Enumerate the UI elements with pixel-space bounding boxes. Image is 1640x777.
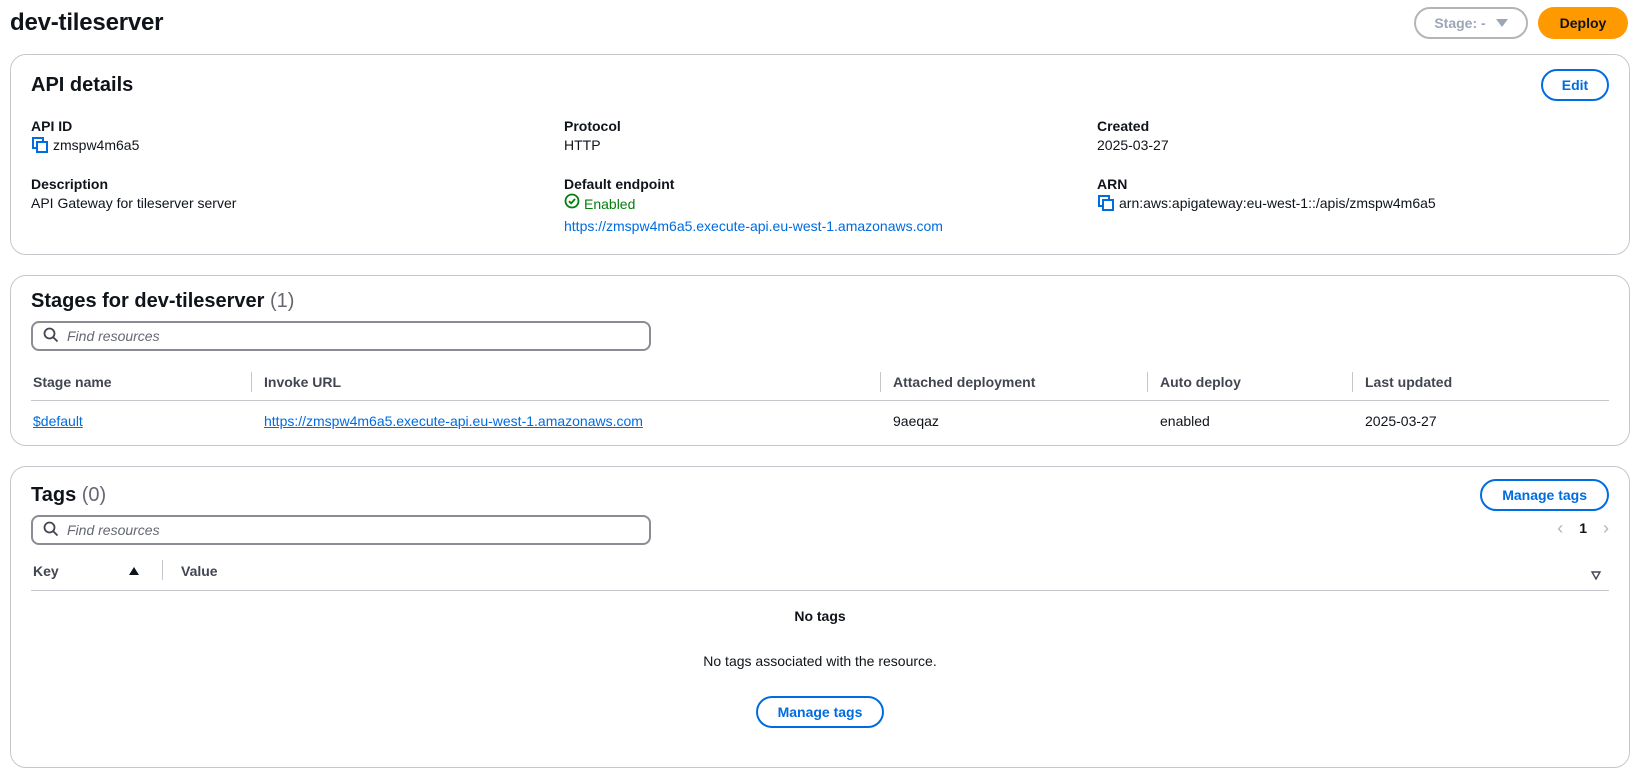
protocol-value: HTTP	[564, 137, 601, 153]
page: dev-tileserver Stage: - Deploy API detai…	[0, 0, 1640, 777]
stages-table-header: Stage name Invoke URL Attached deploymen…	[31, 363, 1609, 401]
chevron-left-icon[interactable]: ‹	[1557, 518, 1563, 539]
arn-field: ARN arn:aws:apigateway:eu-west-1::/apis/…	[1097, 175, 1609, 236]
empty-manage-tags-button[interactable]: Manage tags	[755, 696, 885, 728]
default-endpoint-field: Default endpoint Enabled https://zmspw4m…	[564, 175, 1097, 236]
auto-deploy-cell: enabled	[1160, 413, 1210, 429]
tags-heading-text: Tags	[31, 483, 77, 506]
column-label: Invoke URL	[264, 373, 342, 390]
sort-descending-icon[interactable]	[1590, 567, 1602, 581]
column-label: Value	[181, 562, 218, 579]
column-header-auto-deploy[interactable]: Auto deploy	[1148, 363, 1353, 400]
tags-panel: Tags (0) Manage tags ‹ 1 › Key	[10, 466, 1630, 768]
protocol-label: Protocol	[564, 118, 621, 134]
page-header: dev-tileserver Stage: - Deploy	[10, 0, 1630, 44]
arn-value: arn:aws:apigateway:eu-west-1::/apis/zmsp…	[1119, 195, 1436, 211]
column-label: Auto deploy	[1160, 373, 1241, 390]
created-value: 2025-03-27	[1097, 137, 1169, 153]
column-label: Stage name	[33, 373, 112, 390]
created-field: Created 2025-03-27	[1097, 117, 1609, 155]
column-label: Attached deployment	[893, 373, 1036, 390]
edit-button[interactable]: Edit	[1541, 69, 1609, 101]
stages-heading: Stages for dev-tileserver (1)	[31, 290, 1609, 313]
last-updated-cell: 2025-03-27	[1365, 413, 1437, 429]
api-id-label: API ID	[31, 118, 73, 134]
column-label: Key	[33, 562, 59, 579]
tags-search-input[interactable]	[67, 522, 627, 538]
tags-header: Tags (0) Manage tags	[31, 479, 1609, 511]
column-header-invoke-url[interactable]: Invoke URL	[252, 363, 881, 400]
stages-count: (1)	[270, 290, 295, 312]
attached-deployment-cell: 9aeqaz	[893, 413, 939, 429]
default-endpoint-url[interactable]: https://zmspw4m6a5.execute-api.eu-west-1…	[564, 216, 1097, 236]
tags-heading: Tags (0)	[31, 484, 106, 507]
copy-icon[interactable]	[1097, 194, 1115, 212]
tags-empty-state: No tags No tags associated with the reso…	[31, 608, 1609, 728]
stages-heading-text: Stages for dev-tileserver	[31, 290, 265, 312]
check-circle-icon	[564, 193, 580, 214]
table-row: $default https://zmspw4m6a5.execute-api.…	[31, 401, 1609, 441]
manage-tags-button[interactable]: Manage tags	[1480, 479, 1609, 511]
default-endpoint-label: Default endpoint	[564, 176, 675, 192]
page-number[interactable]: 1	[1579, 520, 1587, 536]
tags-count: (0)	[81, 483, 107, 506]
stages-panel: Stages for dev-tileserver (1) Stage name…	[10, 275, 1630, 446]
created-label: Created	[1097, 118, 1150, 134]
chevron-right-icon[interactable]: ›	[1603, 518, 1609, 539]
column-label: Last updated	[1365, 373, 1453, 390]
tags-toolbar: ‹ 1 ›	[31, 511, 1609, 545]
protocol-field: Protocol HTTP	[564, 117, 1097, 155]
arn-label: ARN	[1097, 176, 1128, 192]
stages-search-input[interactable]	[67, 328, 627, 344]
caret-down-icon	[1495, 19, 1508, 27]
api-details-header: API details Edit	[31, 69, 1609, 101]
default-endpoint-status-text: Enabled	[584, 195, 636, 212]
column-header-key[interactable]: Key	[31, 551, 163, 590]
stage-select-label: Stage: -	[1434, 15, 1486, 31]
default-endpoint-status: Enabled	[564, 193, 1097, 214]
invoke-url-link[interactable]: https://zmspw4m6a5.execute-api.eu-west-1…	[264, 413, 643, 429]
description-field: Description API Gateway for tileserver s…	[31, 175, 564, 236]
page-title: dev-tileserver	[10, 9, 164, 36]
empty-actions: Manage tags	[31, 696, 1609, 728]
sort-ascending-icon	[128, 566, 139, 575]
search-icon	[43, 327, 59, 346]
api-id-value: zmspw4m6a5	[53, 137, 140, 153]
api-id-field: API ID zmspw4m6a5	[31, 117, 564, 155]
header-actions: Stage: - Deploy	[1414, 7, 1630, 39]
empty-title: No tags	[794, 608, 846, 624]
search-icon	[43, 521, 59, 540]
tags-search	[31, 515, 651, 545]
column-header-last-updated[interactable]: Last updated	[1353, 363, 1609, 400]
arn-row: arn:aws:apigateway:eu-west-1::/apis/zmsp…	[1097, 193, 1609, 213]
stage-name-link[interactable]: $default	[33, 413, 83, 429]
column-header-attached-deployment[interactable]: Attached deployment	[881, 363, 1148, 400]
stages-search	[31, 321, 651, 351]
empty-description: No tags associated with the resource.	[703, 653, 937, 669]
api-details-heading: API details	[31, 73, 134, 96]
column-header-value[interactable]: Value	[163, 551, 218, 590]
deploy-button[interactable]: Deploy	[1538, 7, 1628, 39]
description-value: API Gateway for tileserver server	[31, 195, 237, 211]
api-id-row: zmspw4m6a5	[31, 135, 564, 155]
stage-name-cell: $default	[31, 413, 252, 429]
copy-icon[interactable]	[31, 136, 49, 154]
pagination: ‹ 1 ›	[1557, 518, 1609, 539]
column-header-stage-name[interactable]: Stage name	[31, 363, 252, 400]
stage-select[interactable]: Stage: -	[1414, 7, 1528, 39]
api-details-grid: API ID zmspw4m6a5 Protocol HTTP Created …	[31, 117, 1609, 236]
api-details-panel: API details Edit API ID zmspw4m6a5 Proto…	[10, 54, 1630, 255]
invoke-url-cell: https://zmspw4m6a5.execute-api.eu-west-1…	[252, 413, 881, 429]
tags-table-header: Key Value	[31, 551, 1609, 591]
description-label: Description	[31, 176, 109, 192]
